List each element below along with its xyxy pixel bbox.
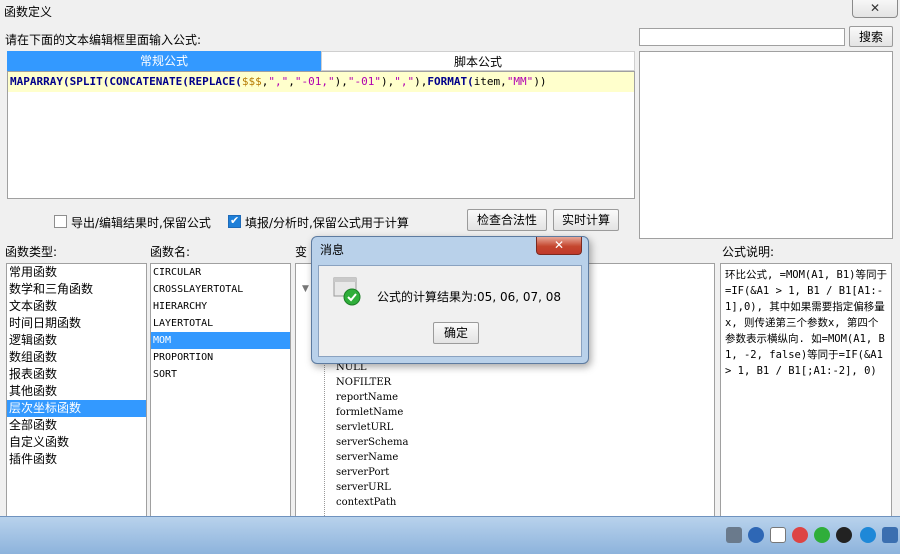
qq-icon[interactable] (836, 527, 852, 543)
formula-token: MAPARRAY( (10, 75, 70, 88)
formula-token: "-01" (347, 75, 381, 88)
formula-token: REPLACE( (188, 75, 242, 88)
variable-item[interactable]: serverURL (336, 480, 408, 495)
function-type-item[interactable]: 数学和三角函数 (7, 281, 146, 298)
search-button[interactable]: 搜索 (849, 26, 893, 47)
formula-token: ), (380, 75, 395, 88)
formula-token: "," (268, 75, 289, 88)
keep-formula-fill-label: 填报/分析时,保留公式用于计算 (245, 216, 409, 230)
message-dialog: 消息 ✕ 公式的计算结果为:05, 06, 07, 08 确定 (311, 236, 589, 364)
dialog-title: 消息 (320, 243, 345, 257)
function-name-item[interactable]: HIERARCHY (151, 298, 290, 315)
function-name-item[interactable]: CROSSLAYERTOTAL (151, 281, 290, 298)
function-type-item[interactable]: 插件函数 (7, 451, 146, 468)
success-info-icon (333, 276, 361, 306)
function-type-item[interactable]: 自定义函数 (7, 434, 146, 451)
variable-item[interactable]: contextPath (336, 495, 408, 510)
variable-item[interactable]: serverSchema (336, 435, 408, 450)
window-close-button[interactable]: ✕ (852, 0, 898, 18)
function-name-item[interactable]: CIRCULAR (151, 264, 290, 281)
search-input[interactable] (639, 28, 845, 46)
dialog-message: 公式的计算结果为:05, 06, 07, 08 (377, 290, 562, 304)
variable-item[interactable]: servletURL (336, 420, 408, 435)
window-title-bar (0, 0, 900, 22)
function-type-item[interactable]: 数组函数 (7, 349, 146, 366)
window-title: 函数定义 (4, 5, 53, 19)
formula-token: $$$ (241, 75, 262, 88)
function-type-list[interactable]: 常用函数 数学和三角函数 文本函数 时间日期函数 逻辑函数 数组函数 报表函数 其他函数 层次坐… (6, 263, 147, 519)
function-name-item[interactable]: PROPORTION (151, 349, 290, 366)
formula-token: ), (414, 75, 428, 88)
tab-normal-formula[interactable]: 常规公式 (7, 51, 321, 71)
help-icon[interactable] (748, 527, 764, 543)
formula-token: item, (473, 75, 507, 88)
app-icon[interactable] (770, 527, 786, 543)
keep-formula-export-checkbox[interactable] (54, 215, 67, 228)
formula-token: SPLIT( (69, 75, 110, 88)
function-name-item[interactable]: LAYERTOTAL (151, 315, 290, 332)
antivirus-icon[interactable] (792, 527, 808, 543)
taskbar (0, 516, 900, 554)
variable-label: 变 (295, 245, 308, 259)
formula-token: ), (334, 75, 348, 88)
ok-button[interactable]: 确定 (433, 322, 479, 344)
dialog-close-button[interactable]: ✕ (536, 237, 582, 255)
function-type-item[interactable]: 层次坐标函数 (7, 400, 146, 417)
formula-token: , (288, 75, 295, 88)
formula-token: FORMAT( (427, 75, 474, 88)
browser-icon[interactable] (860, 527, 876, 543)
formula-token: "MM" (506, 75, 534, 88)
function-type-item[interactable]: 时间日期函数 (7, 315, 146, 332)
variable-item[interactable]: serverName (336, 450, 408, 465)
search-results-panel (639, 51, 893, 239)
checkmark-icon: ✔ (230, 214, 240, 227)
function-type-item[interactable]: 全部函数 (7, 417, 146, 434)
function-type-item[interactable]: 常用函数 (7, 264, 146, 281)
function-type-item[interactable]: 其他函数 (7, 383, 146, 400)
function-type-item[interactable]: 文本函数 (7, 298, 146, 315)
variable-item[interactable]: NOFILTER (336, 375, 408, 390)
wechat-icon[interactable] (814, 527, 830, 543)
variable-item[interactable]: formletName (336, 405, 408, 420)
variable-item[interactable]: reportName (336, 390, 408, 405)
keep-formula-fill-checkbox[interactable]: ✔ (228, 214, 241, 228)
realtime-calc-button[interactable]: 实时计算 (553, 209, 619, 231)
function-type-item[interactable]: 逻辑函数 (7, 332, 146, 349)
function-name-list[interactable]: CIRCULAR CROSSLAYERTOTAL HIERARCHY LAYERTOT… (150, 263, 291, 519)
description-label: 公式说明: (722, 245, 775, 259)
check-validity-button[interactable]: 检查合法性 (467, 209, 547, 231)
function-name-item[interactable]: MOM (151, 332, 290, 349)
editor-label: 请在下面的文本编辑框里面输入公式: (5, 33, 202, 47)
tab-script-formula[interactable]: 脚本公式 (321, 51, 635, 71)
function-name-label: 函数名: (150, 245, 191, 259)
tree-line (324, 354, 325, 518)
dialog-body: 公式的计算结果为:05, 06, 07, 08 确定 (318, 265, 582, 357)
function-type-item[interactable]: 报表函数 (7, 366, 146, 383)
function-type-label: 函数类型: (5, 245, 58, 259)
variable-items: NULL NOFILTER reportName formletName servlet… (336, 360, 408, 510)
formula-token: )) (533, 75, 547, 88)
description-text: 环比公式, =MOM(A1, B1)等同于=IF(&A1 > 1, B1 / B… (725, 269, 888, 377)
keyboard-icon[interactable] (726, 527, 742, 543)
description-box: 环比公式, =MOM(A1, B1)等同于=IF(&A1 > 1, B1 / B… (720, 263, 892, 519)
variable-item[interactable]: serverPort (336, 465, 408, 480)
function-name-item[interactable]: SORT (151, 366, 290, 383)
network-icon[interactable] (882, 527, 898, 543)
formula-text: MAPARRAY(SPLIT(CONCATENATE(REPLACE($$$,"… (8, 72, 634, 92)
formula-editor[interactable]: MAPARRAY(SPLIT(CONCATENATE(REPLACE($$$,"… (7, 71, 635, 199)
formula-token: "," (394, 75, 415, 88)
formula-token: "-01," (294, 75, 335, 88)
formula-token: CONCATENATE( (109, 75, 189, 88)
tree-expand-icon[interactable]: ▼ (302, 284, 309, 294)
keep-formula-export-label: 导出/编辑结果时,保留公式 (71, 216, 211, 230)
